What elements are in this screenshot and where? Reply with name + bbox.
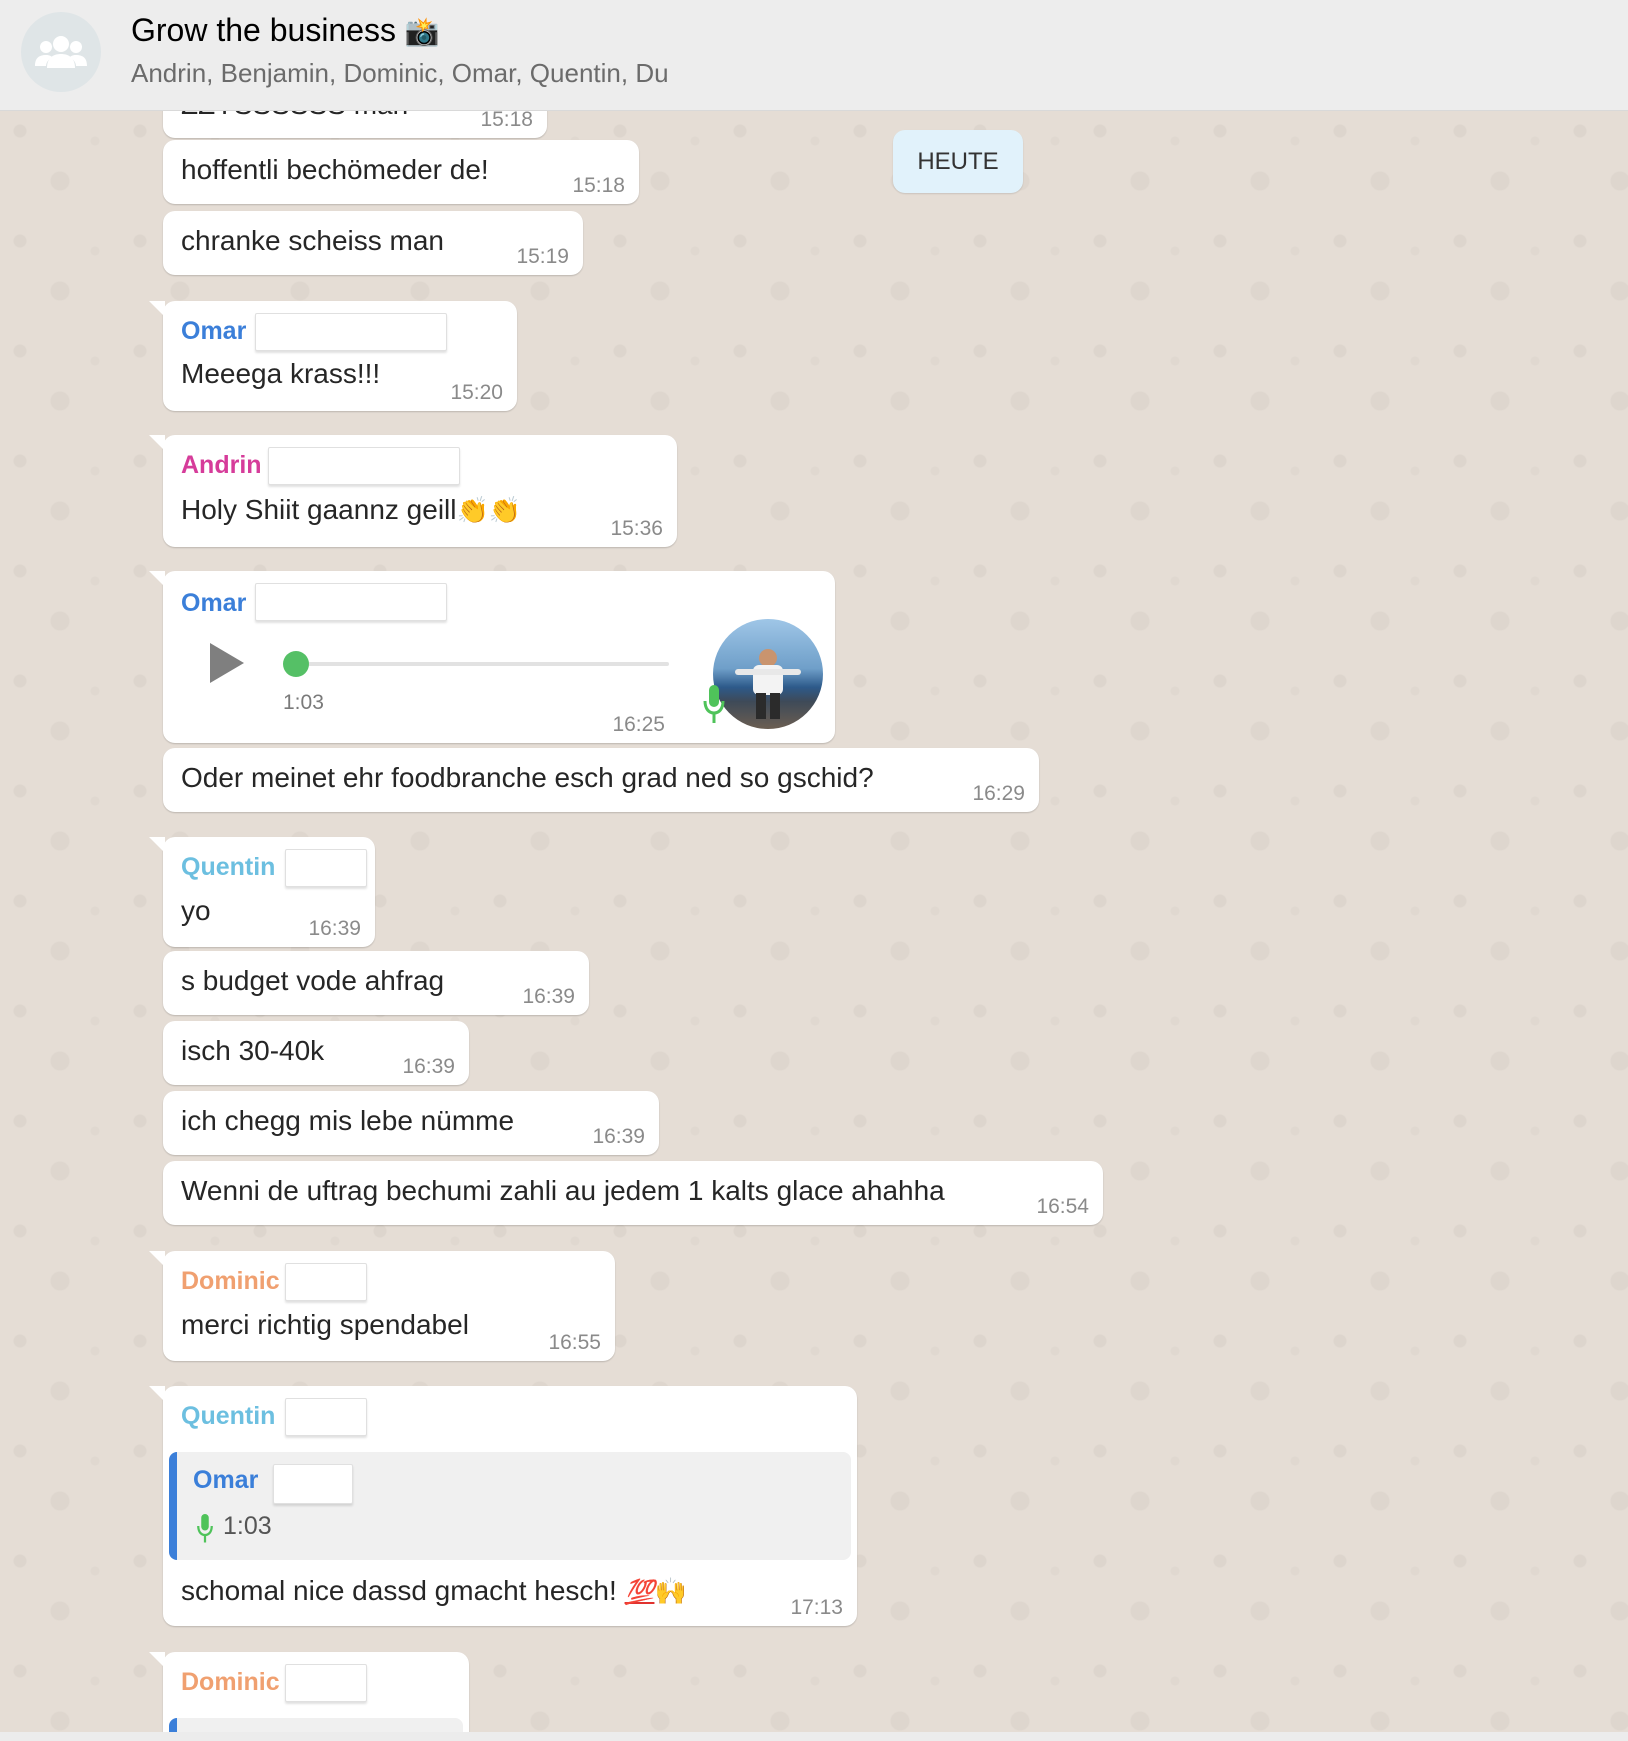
message-bubble[interactable]: Dominic merci richtig spendabel 16:55 <box>149 1251 615 1361</box>
message-sender[interactable]: Quentin <box>181 1402 275 1431</box>
message-time: 16:55 <box>548 1331 601 1354</box>
message-time: 16:54 <box>1036 1195 1089 1218</box>
message-time: 15:36 <box>610 517 663 540</box>
message-time: 16:39 <box>402 1055 455 1078</box>
redacted-name-box <box>285 1664 367 1702</box>
message-sender[interactable]: Andrin <box>181 451 262 480</box>
quoted-message[interactable] <box>169 1718 463 1732</box>
chat-messages-pane[interactable]: HEUTE ZZYSSSSSS man 15:18 hoffentli bech… <box>0 111 1628 1732</box>
message-sender[interactable]: Quentin <box>181 853 275 882</box>
message-time: 17:13 <box>790 1596 843 1619</box>
message-time: 16:39 <box>308 917 361 940</box>
message-time: 16:39 <box>592 1125 645 1148</box>
chat-title: Grow the business 📸 <box>131 12 440 48</box>
message-text: ZZYSSSSSS man <box>181 111 408 121</box>
message-text: Holy Shiit gaannz geill👏👏 <box>181 494 522 526</box>
message-text: Oder meinet ehr foodbranche esch grad ne… <box>181 762 874 793</box>
group-icon <box>35 36 87 68</box>
message-bubble[interactable]: Quentin Omar 1:03 schomal nice dassd gma… <box>149 1386 857 1626</box>
message-text: schomal nice dassd gmacht hesch! 💯🙌 <box>181 1575 687 1607</box>
quoted-voice-duration: 1:03 <box>223 1512 272 1540</box>
chat-participants: Andrin, Benjamin, Dominic, Omar, Quentin… <box>131 58 669 88</box>
message-time: 15:20 <box>450 381 503 404</box>
message-bubble[interactable]: ZZYSSSSSS man 15:18 <box>163 111 547 138</box>
message-text: Meeega krass!!! <box>181 358 381 389</box>
clapping-hands-emoji: 👏👏 <box>456 496 522 526</box>
voice-duration: 1:03 <box>283 691 324 714</box>
sender-avatar[interactable] <box>713 619 823 729</box>
message-text: chranke scheiss man <box>181 225 445 256</box>
mic-icon <box>197 1514 213 1543</box>
message-bubble[interactable]: s budget vode ahfrag 16:39 <box>163 951 589 1015</box>
play-icon[interactable] <box>206 641 246 685</box>
redacted-name-box <box>285 1398 367 1436</box>
message-time: 16:25 <box>612 713 665 736</box>
message-bubble[interactable]: Dominic <box>149 1652 469 1732</box>
message-bubble[interactable]: Omar Meeega krass!!! 15:20 <box>149 301 517 411</box>
redacted-name-box <box>285 1263 367 1301</box>
group-avatar[interactable] <box>21 12 101 92</box>
message-time: 15:18 <box>572 174 625 197</box>
mic-icon <box>703 685 725 723</box>
camera-flash-emoji: 📸 <box>404 15 440 48</box>
message-text: hoffentli bechömeder de! <box>181 154 489 185</box>
message-sender[interactable]: Dominic <box>181 1668 280 1697</box>
voice-message-bubble[interactable]: Omar 1:03 16:25 <box>149 571 835 743</box>
redacted-name-box <box>255 583 447 621</box>
raising-hands-emoji: 🙌 <box>654 1577 687 1607</box>
voice-progress-handle[interactable] <box>283 651 309 677</box>
quoted-message[interactable]: Omar 1:03 <box>169 1452 851 1560</box>
message-bubble[interactable]: Oder meinet ehr foodbranche esch grad ne… <box>163 748 1039 812</box>
message-text: s budget vode ahfrag <box>181 965 445 996</box>
message-sender[interactable]: Omar <box>181 317 246 346</box>
hundred-points-emoji: 💯 <box>624 1578 655 1606</box>
redacted-name-box <box>255 313 447 351</box>
redacted-name-box <box>285 849 367 887</box>
quoted-sender: Omar <box>193 1466 259 1494</box>
message-bubble[interactable]: Quentin yo 16:39 <box>149 837 375 947</box>
message-sender[interactable]: Dominic <box>181 1267 280 1296</box>
message-time: 15:18 <box>480 111 533 131</box>
message-time: 16:29 <box>972 782 1025 805</box>
message-text: merci richtig spendabel <box>181 1309 469 1340</box>
message-bubble[interactable]: Andrin Holy Shiit gaannz geill👏👏 15:36 <box>149 435 677 547</box>
day-divider: HEUTE <box>893 130 1023 193</box>
message-bubble[interactable]: ich chegg mis lebe nümme 16:39 <box>163 1091 659 1155</box>
redacted-name-box <box>268 447 460 485</box>
message-bubble[interactable]: hoffentli bechömeder de! 15:18 <box>163 140 639 204</box>
message-text: yo <box>181 895 211 926</box>
message-time: 15:19 <box>516 245 569 268</box>
chat-header[interactable]: Grow the business 📸 Andrin, Benjamin, Do… <box>0 0 1628 111</box>
message-text: ich chegg mis lebe nümme <box>181 1105 515 1136</box>
message-time: 16:39 <box>522 985 575 1008</box>
message-text: Wenni de uftrag bechumi zahli au jedem 1… <box>181 1175 945 1206</box>
bottom-strip <box>0 1732 1628 1741</box>
message-bubble[interactable]: isch 30-40k 16:39 <box>163 1021 469 1085</box>
message-text: isch 30-40k <box>181 1035 325 1066</box>
redacted-name-box <box>273 1464 353 1504</box>
voice-progress-track[interactable] <box>295 662 669 666</box>
message-bubble[interactable]: Wenni de uftrag bechumi zahli au jedem 1… <box>163 1161 1103 1225</box>
message-sender[interactable]: Omar <box>181 589 246 618</box>
message-bubble[interactable]: chranke scheiss man 15:19 <box>163 211 583 275</box>
